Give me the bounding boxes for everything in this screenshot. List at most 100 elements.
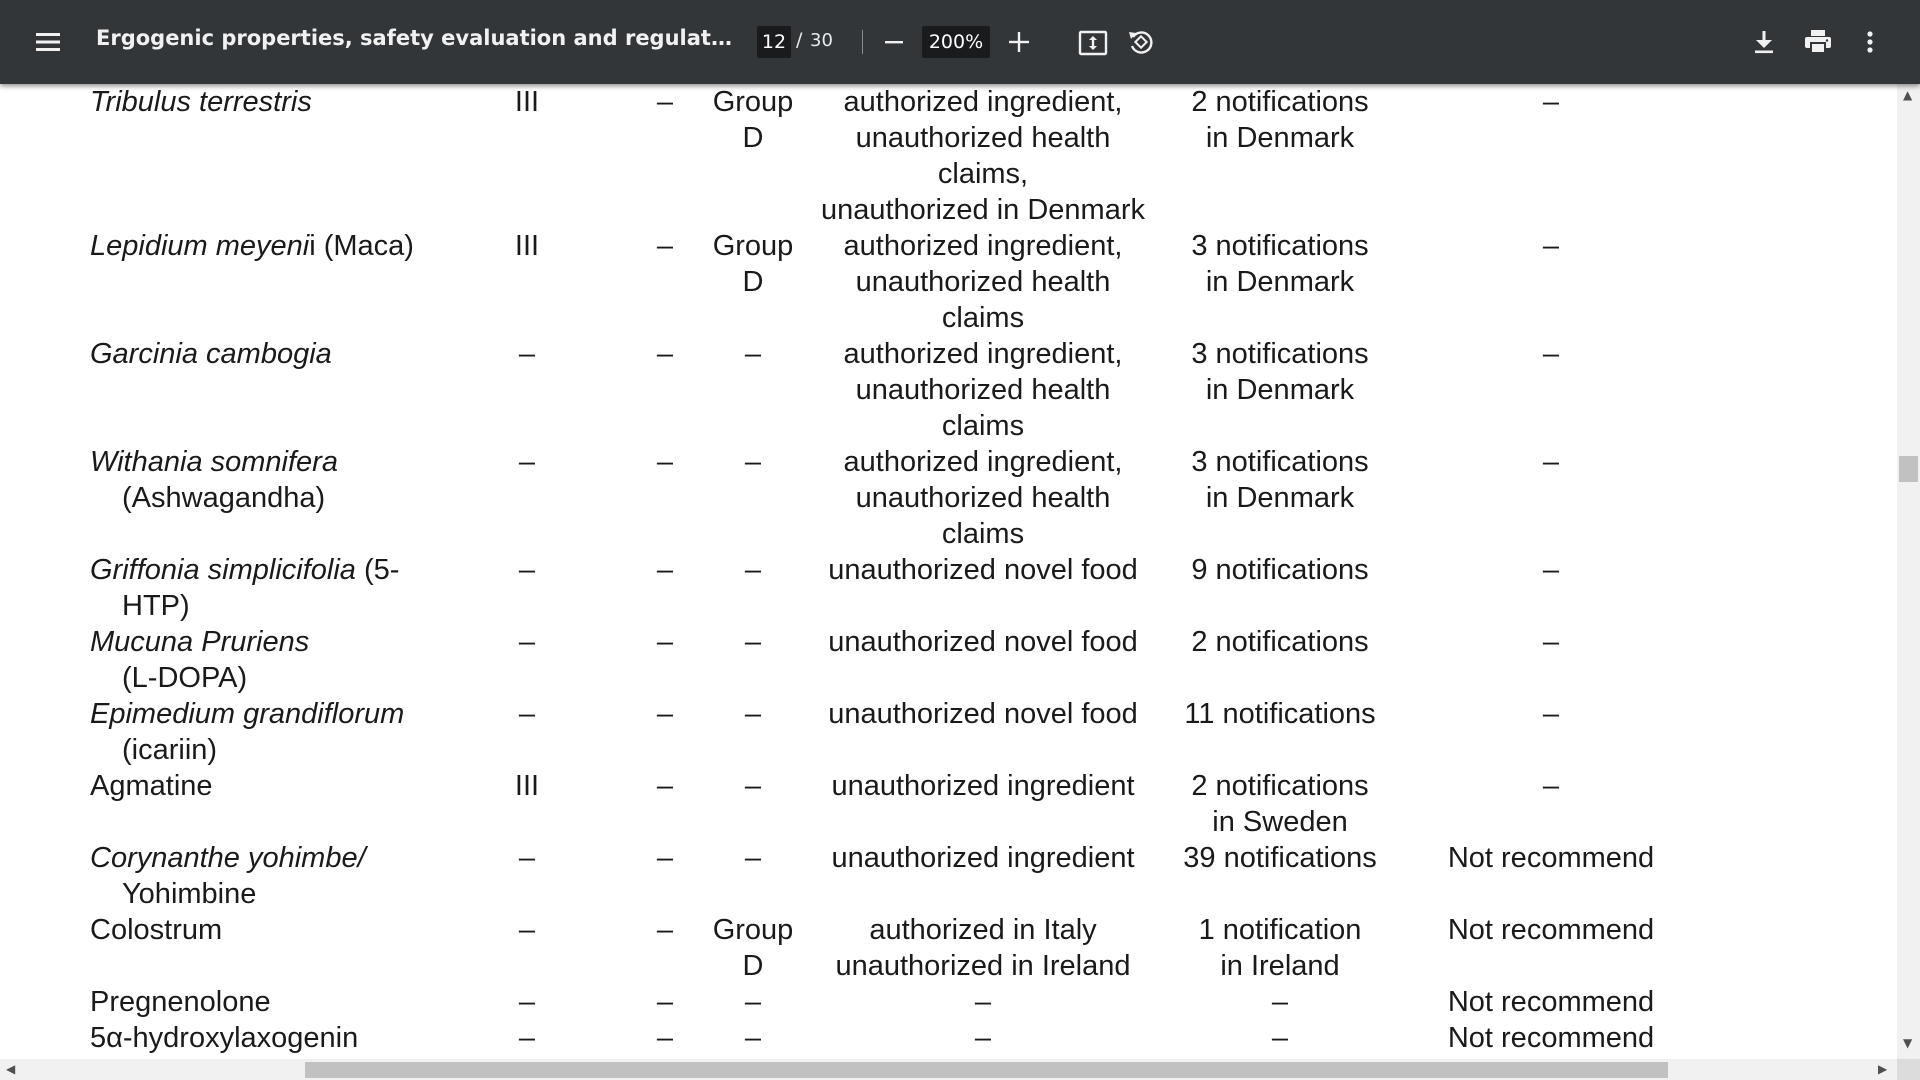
notifications: 11 notifications (1184, 698, 1376, 730)
regulatory-status: – (974, 1022, 992, 1054)
table-cell: – (656, 230, 674, 262)
table-cell: – (518, 914, 536, 946)
table-cell: Group D (712, 914, 794, 982)
minus-icon (885, 41, 903, 44)
regulatory-status: authorized in Italy unauthorized in Irela… (835, 914, 1131, 982)
table-cell: – (744, 842, 762, 874)
notifications: – (1271, 986, 1289, 1018)
regulatory-status: unauthorized novel food (828, 626, 1138, 658)
table-cell: – (518, 986, 536, 1018)
table-cell: – (744, 446, 762, 478)
table-cell: – (656, 770, 674, 802)
table-cell: – (656, 1022, 674, 1054)
horizontal-scroll-thumb[interactable] (305, 1062, 1668, 1078)
recommendation: Not recommend (1447, 986, 1655, 1018)
ingredient-name: Tribulus terrestris (90, 86, 312, 118)
print-button[interactable] (1801, 26, 1835, 58)
notifications: 39 notifications (1183, 842, 1377, 874)
ingredient-name: Epimedium grandiflorum (icariin) (90, 698, 405, 766)
rotate-button[interactable] (1124, 25, 1158, 59)
regulatory-status: authorized ingredient, unauthorized healt… (843, 338, 1123, 442)
table-cell: Group D (712, 86, 794, 154)
scroll-left-arrow-icon[interactable]: ◀ (6, 1062, 15, 1076)
regulatory-status: unauthorized ingredient (831, 770, 1135, 802)
notifications: – (1271, 1022, 1289, 1054)
recommendation: Not recommend (1447, 1022, 1655, 1054)
ingredient-name: Withania somnifera (Ashwagandha) (90, 446, 338, 514)
table-cell: – (656, 86, 674, 118)
download-button[interactable] (1748, 26, 1780, 58)
notifications: 2 notifications in Denmark (1191, 86, 1369, 154)
notifications: 3 notifications in Denmark (1191, 230, 1369, 298)
ingredient-name: Mucuna Pruriens (L-DOPA) (90, 626, 310, 694)
recommendation: – (1542, 698, 1560, 730)
table-cell: – (744, 626, 762, 658)
vertical-scrollbar[interactable] (1897, 84, 1920, 1059)
table-cell: – (744, 770, 762, 802)
regulatory-status: authorized ingredient, unauthorized healt… (820, 86, 1145, 226)
pdf-toolbar: Ergogenic properties, safety evaluation … (0, 0, 1920, 84)
table-cell: – (744, 698, 762, 730)
rotate-icon (1129, 31, 1153, 54)
recommendation: – (1542, 446, 1560, 478)
table-cell: – (744, 1022, 762, 1054)
hamburger-menu-icon[interactable] (30, 26, 66, 58)
plus-icon (1009, 32, 1029, 52)
fit-to-page-button[interactable] (1076, 26, 1110, 60)
scroll-up-arrow-icon[interactable]: ▲ (1903, 88, 1912, 102)
table-cell: – (744, 554, 762, 586)
table-cell: – (518, 1022, 536, 1054)
table-cell: – (518, 338, 536, 370)
ingredient-name: 5α-hydroxylaxogenin (90, 1022, 359, 1054)
ingredient-name: Pregnenolone (90, 986, 271, 1018)
zoom-out-button[interactable] (878, 26, 910, 58)
more-vert-icon[interactable] (1855, 26, 1885, 58)
scrollbar-corner (1897, 1059, 1920, 1080)
ingredient-name: Agmatine (90, 770, 213, 802)
table-cell: – (656, 338, 674, 370)
recommendation: – (1542, 554, 1560, 586)
scroll-right-arrow-icon[interactable]: ▶ (1878, 1062, 1887, 1076)
scroll-down-arrow-icon[interactable]: ▼ (1903, 1036, 1912, 1050)
table-cell: III (514, 86, 540, 118)
recommendation: Not recommend (1447, 914, 1655, 946)
regulatory-status: unauthorized novel food (828, 554, 1138, 586)
table-cell: – (656, 446, 674, 478)
zoom-level-input[interactable]: 200% (922, 26, 990, 58)
recommendation: – (1542, 626, 1560, 658)
download-icon (1755, 31, 1773, 54)
regulatory-status: authorized ingredient, unauthorized healt… (843, 446, 1123, 550)
zoom-in-button[interactable] (1003, 26, 1035, 58)
notifications: 9 notifications (1191, 554, 1369, 586)
vertical-scroll-thumb[interactable] (1899, 456, 1918, 482)
ingredient-name: Colostrum (90, 914, 223, 946)
toolbar-divider (862, 30, 863, 54)
table-cell: – (518, 842, 536, 874)
table-cell: – (656, 698, 674, 730)
recommendation: – (1542, 230, 1560, 262)
table-cell: – (656, 554, 674, 586)
table-cell: – (744, 986, 762, 1018)
table-cell: – (656, 986, 674, 1018)
ingredient-name: Garcinia cambogia (90, 338, 332, 370)
fit-to-page-icon (1078, 30, 1108, 56)
regulatory-status: unauthorized novel food (828, 698, 1138, 730)
table-cell: – (744, 338, 762, 370)
recommendation: – (1542, 338, 1560, 370)
page-number-input[interactable]: 12 (757, 26, 791, 58)
table-cell: – (656, 626, 674, 658)
regulatory-status: – (974, 986, 992, 1018)
notifications: 3 notifications in Denmark (1191, 338, 1369, 406)
document-viewport[interactable]: Tribulus terrestris III – Group D authori… (0, 84, 1897, 1059)
table-cell: III (514, 230, 540, 262)
ingredient-name: Griffonia simplicifolia (5- HTP) (90, 554, 400, 622)
ingredient-name: Corynanthe yohimbe/Yohimbine (90, 842, 366, 910)
table-cell: Group D (712, 230, 794, 298)
table-cell: – (518, 698, 536, 730)
document-title: Ergogenic properties, safety evaluation … (96, 26, 736, 50)
notifications: 1 notification in Ireland (1198, 914, 1362, 982)
regulatory-status: unauthorized ingredient (831, 842, 1135, 874)
table-cell: – (518, 446, 536, 478)
print-icon (1805, 30, 1831, 54)
page-separator: / (796, 29, 803, 51)
